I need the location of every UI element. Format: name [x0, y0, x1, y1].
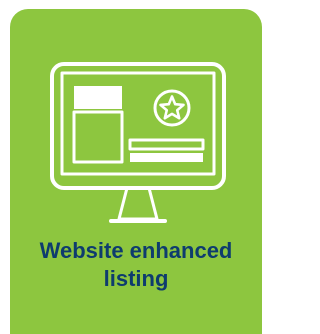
monitor-outer-frame	[50, 62, 226, 190]
monitor-stand	[117, 186, 159, 221]
screen-text-line-2	[130, 153, 203, 162]
screen-sidebar-top	[74, 86, 122, 109]
computer-monitor-with-star-icon	[50, 62, 226, 223]
screen-text-line-1	[128, 138, 205, 151]
feature-card[interactable]: Website enhanced listing	[10, 9, 262, 334]
card-caption: Website enhanced listing	[10, 237, 262, 293]
star-icon	[159, 95, 185, 120]
caption-line-1: Website enhanced	[39, 238, 233, 263]
caption-line-2: listing	[103, 266, 169, 291]
screen-sidebar-block	[72, 110, 124, 164]
